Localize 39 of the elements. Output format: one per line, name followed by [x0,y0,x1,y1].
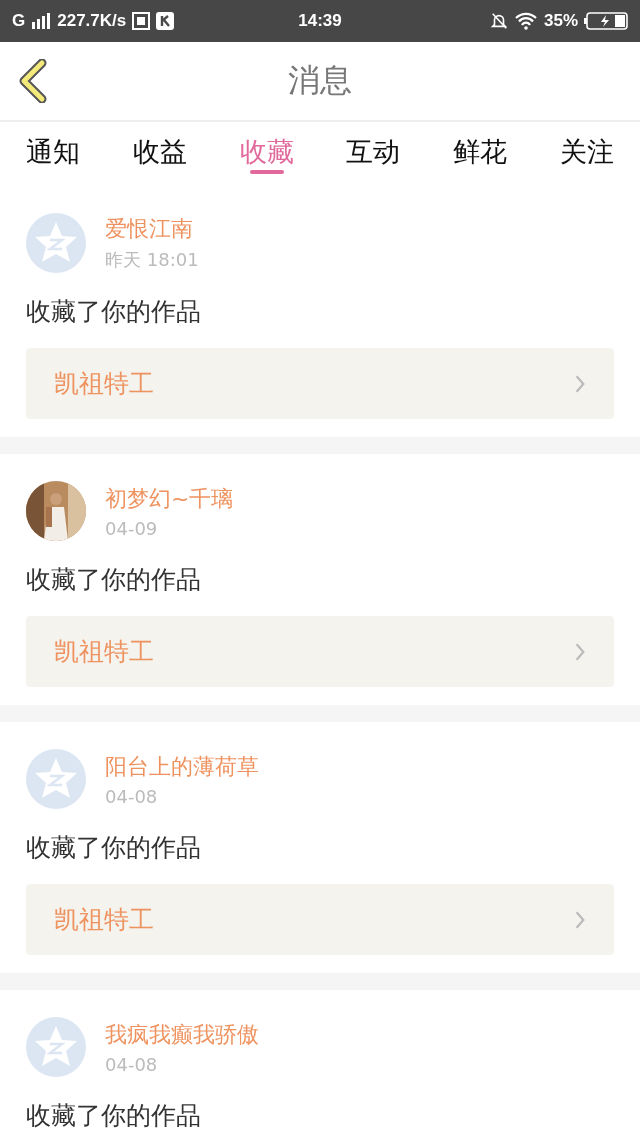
network-speed: 227.7K/s [57,11,127,31]
message-text: 收藏了你的作品 [26,296,202,328]
tab[interactable]: 收藏 [227,122,306,186]
app-icon [156,12,175,30]
message-text: 收藏了你的作品 [26,564,202,596]
message-time: 昨天 18:01 [105,248,199,272]
chevron-right-icon [574,909,586,930]
work-link[interactable]: 凯祖特工 [26,616,614,687]
avatar-icon [26,213,86,273]
chevron-right-icon [574,373,586,394]
avatar-icon [26,749,86,809]
mute-bell-icon [489,12,508,30]
signal-icon [31,13,52,29]
user-name[interactable]: 我疯我癫我骄傲 [105,1019,259,1050]
message-time: 04-08 [105,1053,159,1075]
work-link[interactable]: 凯祖特工 [26,884,614,955]
battery-percent: 35% [543,11,578,31]
tab[interactable]: 通知 [14,122,92,186]
network-type: G [12,11,26,31]
message-text: 收藏了你的作品 [26,1100,202,1132]
work-link[interactable]: 凯祖特工 [26,348,614,419]
tab[interactable]: 关注 [548,122,626,186]
user-name[interactable]: 初梦幻~千璃 [105,483,234,514]
clock: 14:39 [298,11,342,31]
wifi-icon [513,12,538,30]
page-title: 消息 [288,60,352,101]
message-time: 04-08 [105,785,159,807]
tab[interactable]: 互动 [334,122,413,186]
app-icon [132,12,151,30]
tab[interactable]: 鲜花 [441,122,520,186]
tab[interactable]: 收益 [120,122,199,186]
battery-icon [584,12,628,30]
avatar-icon [26,1017,86,1077]
user-name[interactable]: 爱恨江南 [105,214,199,244]
message-time: 04-09 [105,517,159,539]
chevron-right-icon [574,641,586,662]
back-icon[interactable] [18,59,48,103]
message-text: 收藏了你的作品 [26,832,202,864]
user-name[interactable]: 阳台上的薄荷草 [105,751,259,782]
